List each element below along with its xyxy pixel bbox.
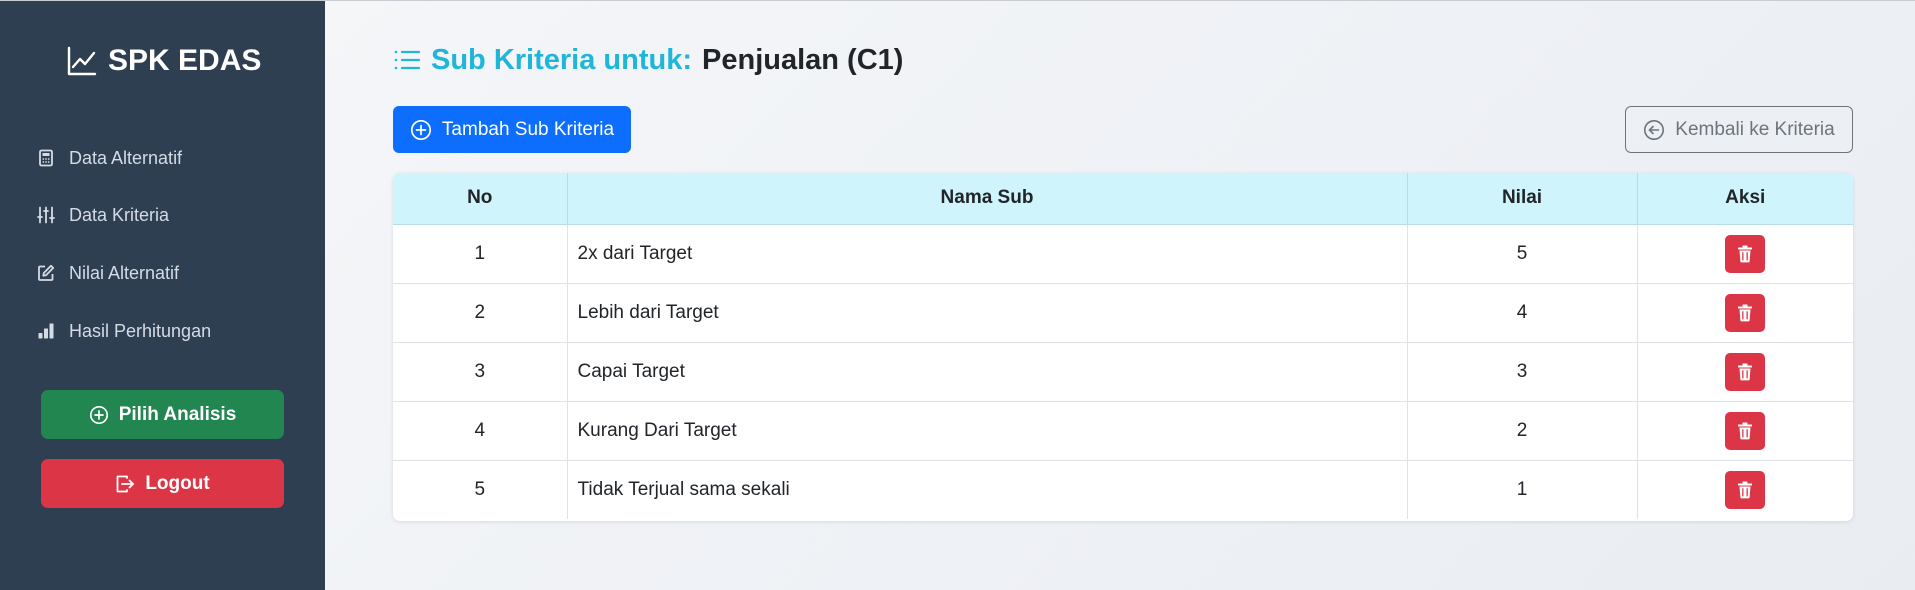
- delete-button[interactable]: [1725, 470, 1766, 509]
- table-row: 5 Tidak Terjual sama sekali 1: [393, 460, 1853, 519]
- trash-icon: [1738, 481, 1753, 499]
- cell-nilai: 5: [1407, 224, 1638, 283]
- delete-button[interactable]: [1725, 234, 1766, 273]
- table-row: 2 Lebih dari Target 4: [393, 283, 1853, 342]
- cell-nilai: 1: [1407, 460, 1638, 519]
- title-subject: Penjualan (C1): [702, 43, 904, 76]
- cell-nama-sub: Lebih dari Target: [567, 283, 1408, 342]
- logout-label: Logout: [145, 472, 210, 494]
- page-title: Sub Kriteria untuk: Penjualan (C1): [393, 41, 903, 79]
- cell-aksi: [1637, 283, 1853, 342]
- sidebar-item-label: Nilai Alternatif: [69, 262, 180, 283]
- table-header-row: No Nama Sub Nilai Aksi: [393, 173, 1853, 225]
- brand-label: SPK EDAS: [108, 44, 262, 77]
- sidebar-item-label: Hasil Perhitungan: [69, 320, 212, 341]
- column-header-no: No: [393, 173, 568, 225]
- tambah-sub-kriteria-label: Tambah Sub Kriteria: [441, 118, 615, 140]
- kembali-ke-kriteria-button[interactable]: Kembali ke Kriteria: [1625, 106, 1853, 153]
- sidebar: SPK EDAS Data Alternatif Data Kriteria N…: [0, 1, 325, 590]
- cell-aksi: [1637, 401, 1853, 460]
- trash-icon: [1738, 304, 1753, 321]
- column-header-aksi: Aksi: [1637, 173, 1853, 225]
- sidebar-item-hasil-perhitungan[interactable]: Hasil Perhitungan: [37, 316, 211, 346]
- pilih-analisis-label: Pilih Analisis: [118, 403, 237, 425]
- cell-nilai: 2: [1407, 401, 1638, 460]
- cell-no: 4: [393, 401, 568, 460]
- title-prefix: Sub Kriteria untuk:: [431, 43, 693, 76]
- cell-nilai: 3: [1407, 342, 1638, 401]
- trash-icon: [1738, 363, 1753, 380]
- trash-icon: [1738, 422, 1753, 439]
- cell-aksi: [1637, 224, 1853, 283]
- column-header-nilai: Nilai: [1407, 173, 1638, 225]
- table-row: 4 Kurang Dari Target 2: [393, 401, 1853, 460]
- sidebar-item-data-kriteria[interactable]: Data Kriteria: [37, 200, 169, 230]
- cell-no: 1: [393, 224, 568, 283]
- logout-button[interactable]: Logout: [41, 459, 284, 508]
- cell-no: 5: [393, 460, 568, 519]
- bar-chart-icon: [38, 323, 54, 339]
- sidebar-item-label: Data Kriteria: [69, 204, 170, 225]
- cell-no: 3: [393, 342, 568, 401]
- table-row: 1 2x dari Target 5: [393, 224, 1853, 283]
- kembali-ke-kriteria-label: Kembali ke Kriteria: [1675, 118, 1835, 140]
- cell-nama-sub: 2x dari Target: [567, 224, 1408, 283]
- plus-circle-icon: [410, 119, 431, 140]
- tambah-sub-kriteria-button[interactable]: Tambah Sub Kriteria: [393, 106, 631, 153]
- plus-circle-icon: [89, 405, 108, 424]
- delete-button[interactable]: [1725, 293, 1766, 332]
- delete-button[interactable]: [1725, 352, 1766, 391]
- calculator-icon: [39, 149, 53, 167]
- edit-icon: [38, 264, 55, 281]
- brand[interactable]: SPK EDAS: [66, 41, 261, 81]
- cell-nama-sub: Tidak Terjual sama sekali: [567, 460, 1408, 519]
- trash-icon: [1738, 245, 1753, 262]
- arrow-left-circle-icon: [1644, 119, 1665, 140]
- list-icon: [394, 50, 421, 70]
- pilih-analisis-button[interactable]: Pilih Analisis: [41, 390, 284, 439]
- cell-no: 2: [393, 283, 568, 342]
- cell-aksi: [1637, 460, 1853, 519]
- sidebar-item-data-alternatif[interactable]: Data Alternatif: [37, 143, 182, 173]
- column-header-nama-sub: Nama Sub: [567, 173, 1408, 225]
- sidebar-item-label: Data Alternatif: [69, 147, 183, 168]
- cell-nama-sub: Capai Target: [567, 342, 1408, 401]
- sliders-icon: [37, 206, 55, 224]
- cell-nilai: 4: [1407, 283, 1638, 342]
- cell-nama-sub: Kurang Dari Target: [567, 401, 1408, 460]
- delete-button[interactable]: [1725, 411, 1766, 450]
- table-row: 3 Capai Target 3: [393, 342, 1853, 401]
- cell-aksi: [1637, 342, 1853, 401]
- sidebar-item-nilai-alternatif[interactable]: Nilai Alternatif: [37, 258, 179, 288]
- logout-icon: [116, 475, 135, 492]
- line-chart-icon: [67, 46, 97, 76]
- sub-kriteria-table: No Nama Sub Nilai Aksi 1 2x dari Target …: [393, 173, 1853, 521]
